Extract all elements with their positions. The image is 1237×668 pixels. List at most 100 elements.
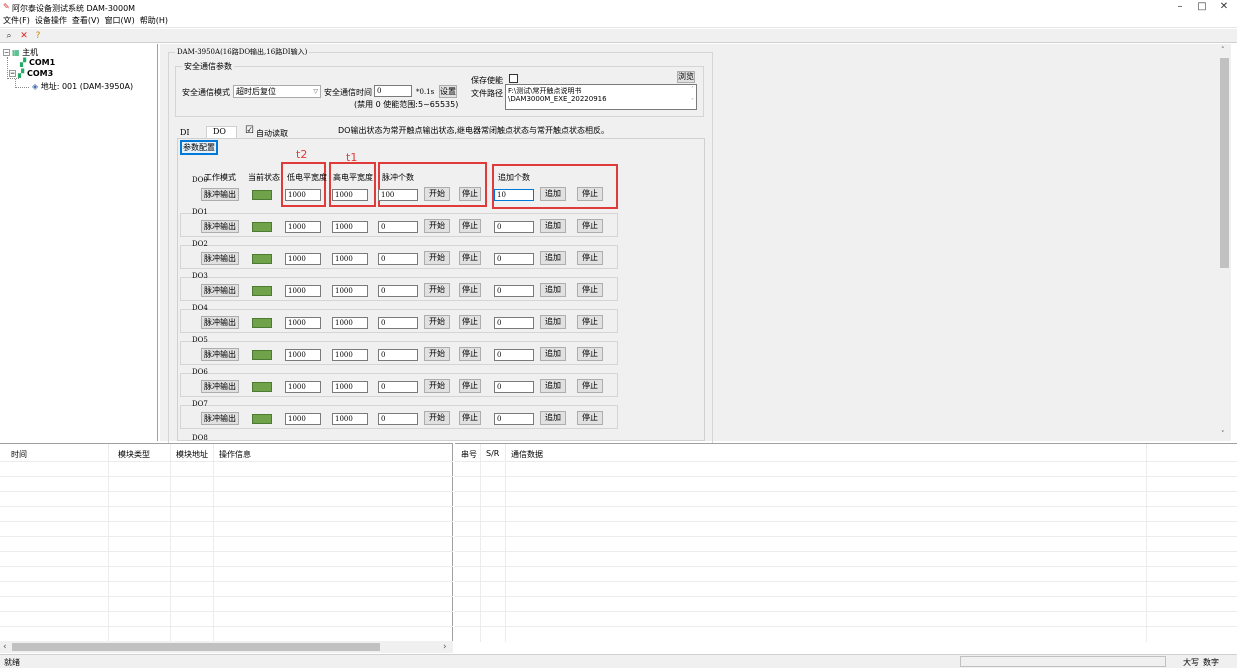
stop-append-button[interactable]: 停止 <box>577 187 603 201</box>
append-button[interactable]: 追加 <box>540 379 566 393</box>
horizontal-scrollbar[interactable]: ‹ › <box>0 641 453 653</box>
work-mode-button[interactable]: 脉冲输出 <box>201 380 239 393</box>
append-count-input[interactable]: 10 <box>494 189 534 201</box>
menu-file[interactable]: 文件(F) <box>0 14 32 26</box>
append-count-input[interactable]: 0 <box>494 413 534 425</box>
start-button[interactable]: 开始 <box>424 379 450 393</box>
work-mode-button[interactable]: 脉冲输出 <box>201 252 239 265</box>
append-button[interactable]: 追加 <box>540 219 566 233</box>
tab-do[interactable]: DO <box>206 126 237 138</box>
scroll-right-icon[interactable]: › <box>443 642 447 652</box>
work-mode-button[interactable]: 脉冲输出 <box>201 348 239 361</box>
start-button[interactable]: 开始 <box>424 251 450 265</box>
safety-mode-select[interactable]: 超时后复位 ▽ <box>233 85 321 98</box>
pulse-count-input[interactable]: 0 <box>378 285 418 297</box>
pulse-count-input[interactable]: 0 <box>378 317 418 329</box>
high-width-input[interactable]: 1000 <box>332 253 368 265</box>
scroll-up-icon[interactable]: ˄ <box>691 86 694 94</box>
high-width-input[interactable]: 1000 <box>332 221 368 233</box>
high-width-input[interactable]: 1000 <box>332 349 368 361</box>
stop-pulse-button[interactable]: 停止 <box>459 315 481 329</box>
scroll-down-icon[interactable]: ˅ <box>691 98 694 106</box>
col-data[interactable]: 通信数据 <box>511 449 543 460</box>
collapse-toggle[interactable]: − <box>3 49 10 56</box>
work-mode-button[interactable]: 脉冲输出 <box>201 412 239 425</box>
stop-pulse-button[interactable]: 停止 <box>459 379 481 393</box>
pulse-count-input[interactable]: 100 <box>378 189 418 201</box>
auto-read-checkbox[interactable]: ☑ <box>245 126 254 136</box>
menu-view[interactable]: 查看(V) <box>69 14 102 26</box>
vertical-scrollbar[interactable]: ˄ ˅ <box>1218 44 1231 441</box>
browse-button[interactable]: 浏览 <box>677 71 695 83</box>
col-sr[interactable]: S/R <box>486 449 499 458</box>
work-mode-button[interactable]: 脉冲输出 <box>201 188 239 201</box>
col-operation[interactable]: 操作信息 <box>219 449 251 460</box>
stop-pulse-button[interactable]: 停止 <box>459 219 481 233</box>
pulse-count-input[interactable]: 0 <box>378 349 418 361</box>
stop-append-button[interactable]: 停止 <box>577 251 603 265</box>
col-module-type[interactable]: 模块类型 <box>118 449 150 460</box>
high-width-input[interactable]: 1000 <box>332 285 368 297</box>
menu-window[interactable]: 窗口(W) <box>102 14 137 26</box>
tree-item-com3[interactable]: − ▞ COM3 <box>9 69 53 78</box>
work-mode-button[interactable]: 脉冲输出 <box>201 316 239 329</box>
work-mode-button[interactable]: 脉冲输出 <box>201 220 239 233</box>
low-width-input[interactable]: 1000 <box>285 413 321 425</box>
append-button[interactable]: 追加 <box>540 187 566 201</box>
append-count-input[interactable]: 0 <box>494 317 534 329</box>
safety-set-button[interactable]: 设置 <box>439 85 457 98</box>
start-button[interactable]: 开始 <box>424 219 450 233</box>
low-width-input[interactable]: 1000 <box>285 253 321 265</box>
high-width-input[interactable]: 1000 <box>332 189 368 201</box>
stop-append-button[interactable]: 停止 <box>577 347 603 361</box>
col-time[interactable]: 时间 <box>11 449 27 460</box>
stop-pulse-button[interactable]: 停止 <box>459 411 481 425</box>
low-width-input[interactable]: 1000 <box>285 285 321 297</box>
tree-item-address[interactable]: ◈ 地址: 001 (DAM-3950A) <box>32 81 133 92</box>
pulse-count-input[interactable]: 0 <box>378 253 418 265</box>
start-button[interactable]: 开始 <box>424 411 450 425</box>
col-serial[interactable]: 串号 <box>461 449 477 460</box>
close-window-button[interactable]: ✕ <box>1211 0 1237 14</box>
append-count-input[interactable]: 0 <box>494 381 534 393</box>
high-width-input[interactable]: 1000 <box>332 381 368 393</box>
scroll-down-icon[interactable]: ˅ <box>1221 430 1225 438</box>
menu-help[interactable]: 帮助(H) <box>137 14 170 26</box>
tree-item-com1[interactable]: ▞ COM1 <box>20 58 55 67</box>
stop-pulse-button[interactable]: 停止 <box>459 187 481 201</box>
low-width-input[interactable]: 1000 <box>285 349 321 361</box>
start-button[interactable]: 开始 <box>424 315 450 329</box>
file-path-input[interactable]: F:\测试\常开触点说明书 \DAM3000M_EXE_20220916 ˄ ˅ <box>505 84 697 110</box>
save-enable-checkbox[interactable] <box>509 74 518 83</box>
stop-append-button[interactable]: 停止 <box>577 219 603 233</box>
append-count-input[interactable]: 0 <box>494 285 534 297</box>
pulse-count-input[interactable]: 0 <box>378 413 418 425</box>
menu-device[interactable]: 设备操作 <box>32 14 69 26</box>
stop-append-button[interactable]: 停止 <box>577 283 603 297</box>
append-button[interactable]: 追加 <box>540 411 566 425</box>
low-width-input[interactable]: 1000 <box>285 189 321 201</box>
append-button[interactable]: 追加 <box>540 283 566 297</box>
stop-append-button[interactable]: 停止 <box>577 315 603 329</box>
append-count-input[interactable]: 0 <box>494 349 534 361</box>
append-button[interactable]: 追加 <box>540 347 566 361</box>
collapse-toggle[interactable]: − <box>9 70 16 77</box>
append-count-input[interactable]: 0 <box>494 221 534 233</box>
stop-append-button[interactable]: 停止 <box>577 379 603 393</box>
tab-di[interactable]: DI <box>180 128 190 137</box>
scroll-up-icon[interactable]: ˄ <box>1221 46 1225 54</box>
safety-time-input[interactable]: 0 <box>374 85 412 97</box>
scrollbar-thumb[interactable] <box>12 643 380 651</box>
low-width-input[interactable]: 1000 <box>285 221 321 233</box>
high-width-input[interactable]: 1000 <box>332 413 368 425</box>
high-width-input[interactable]: 1000 <box>332 317 368 329</box>
low-width-input[interactable]: 1000 <box>285 381 321 393</box>
scroll-left-icon[interactable]: ‹ <box>3 642 7 652</box>
start-button[interactable]: 开始 <box>424 283 450 297</box>
stop-pulse-button[interactable]: 停止 <box>459 347 481 361</box>
low-width-input[interactable]: 1000 <box>285 317 321 329</box>
search-icon[interactable]: ⌕ <box>3 30 15 42</box>
param-config-button[interactable]: 参数配置 <box>180 140 218 155</box>
help-icon[interactable]: ? <box>32 30 44 42</box>
start-button[interactable]: 开始 <box>424 347 450 361</box>
